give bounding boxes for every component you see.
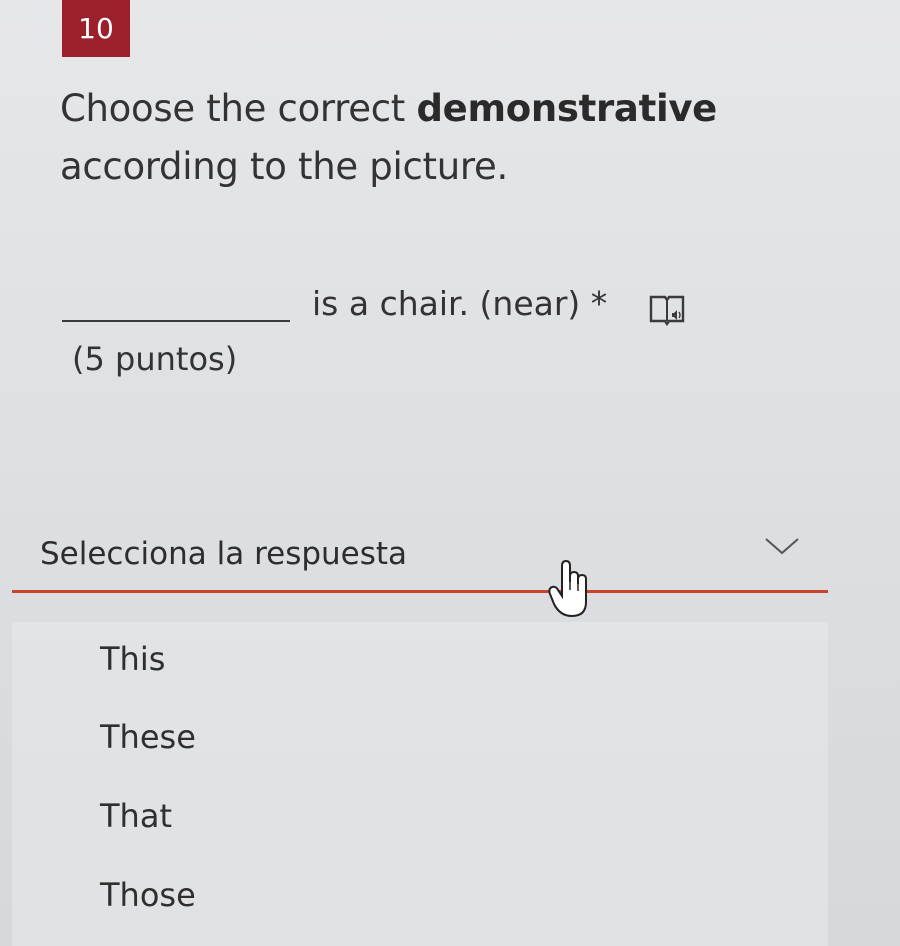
dropdown-option-that[interactable]: That [100,797,172,835]
points-label: (5 puntos) [72,340,238,378]
question-number-badge: 10 [62,0,130,57]
dropdown-option-those[interactable]: Those [100,876,196,914]
dropdown-option-these[interactable]: These [100,718,196,756]
hand-pointer-cursor-icon [548,559,587,618]
question-text: Choose the correct demonstrative accordi… [60,80,860,196]
question-text-bold: demonstrative [416,87,717,130]
answer-blank-line [62,320,290,322]
immersive-reader-icon[interactable] [648,293,686,327]
chevron-down-icon[interactable] [764,536,800,556]
question-text-before: Choose the correct [60,87,417,130]
question-prompt: is a chair. (near) * [312,284,608,323]
dropdown-placeholder: Selecciona la respuesta [40,536,408,572]
question-number: 10 [78,12,114,45]
question-text-after: according to the picture. [60,145,508,188]
dropdown-options-list: This These That Those [12,622,828,946]
answer-dropdown[interactable]: Selecciona la respuesta [12,530,828,593]
dropdown-option-this[interactable]: This [100,640,165,678]
